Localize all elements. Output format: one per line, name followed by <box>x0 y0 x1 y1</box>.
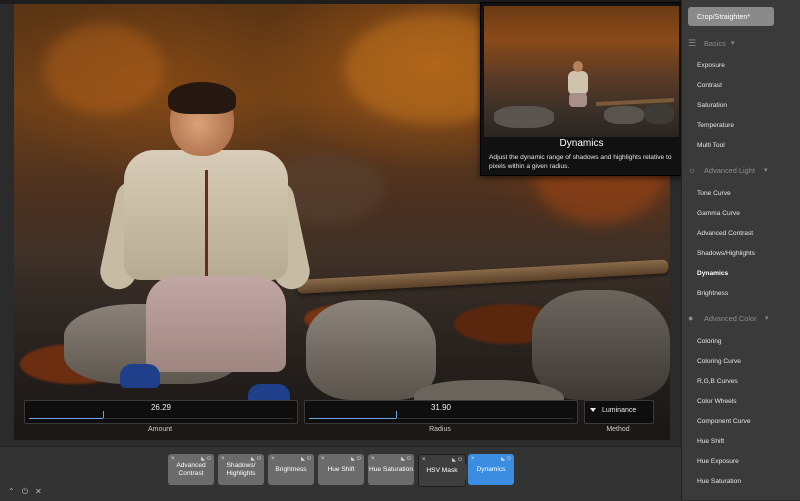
panel-item-exposure[interactable]: Exposure <box>697 62 725 69</box>
triangle-icon: ◣ <box>251 456 255 462</box>
sun-icon: ☼ <box>688 165 697 175</box>
tool-label: Shadows/ Highlights <box>226 461 256 477</box>
tool-strip: × ◣ ⏻ Advanced Contrast × ◣ ⏻ Shadows/ Highl… <box>0 446 681 501</box>
close-icon[interactable]: × <box>171 455 175 463</box>
tooltip-description: Adjust the dynamic range of shadows and … <box>489 154 672 170</box>
method-value: Luminance <box>602 407 637 414</box>
tool-advanced-contrast[interactable]: × ◣ ⏻ Advanced Contrast <box>168 454 214 485</box>
triangle-icon: ◣ <box>351 456 355 462</box>
panel-item-tone-curve[interactable]: Tone Curve <box>697 190 731 197</box>
amount-label: Amount <box>147 426 173 433</box>
chevron-up-icon[interactable]: ⌃ <box>8 487 15 496</box>
chevron-down-icon: ▾ <box>764 167 768 174</box>
panel-item-dynamics[interactable]: Dynamics <box>697 270 728 277</box>
panel-item-advanced-contrast[interactable]: Advanced Contrast <box>697 230 753 237</box>
close-icon[interactable]: × <box>321 455 325 463</box>
panel-item-rgb-curves[interactable]: R,G,B Curves <box>697 378 738 385</box>
adjustments-panel: Crop/Straighten* ☰ Basics ▾ Exposure Con… <box>681 0 800 500</box>
droplet-icon: ● <box>688 313 694 323</box>
triangle-icon: ◣ <box>401 456 405 462</box>
close-icon[interactable]: ✕ <box>35 487 42 496</box>
section-advanced-light[interactable]: ☼ Advanced Light ▾ <box>688 164 788 178</box>
panel-item-saturation[interactable]: Saturation <box>697 102 727 109</box>
rock <box>532 290 670 400</box>
section-basics[interactable]: ☰ Basics ▾ <box>688 37 788 51</box>
amount-slider[interactable]: 26.29 <box>24 400 298 424</box>
close-icon[interactable]: × <box>422 456 426 464</box>
panel-item-coloring-curve[interactable]: Coloring Curve <box>697 358 741 365</box>
tool-hue-shift[interactable]: × ◣ ⏻ Hue Shift <box>318 454 364 485</box>
tool-hsv-mask[interactable]: × ◣ ⏻ HSV Mask <box>418 454 466 487</box>
tool-label: HSV Mask <box>426 466 458 474</box>
radius-handle[interactable] <box>396 411 398 418</box>
chevron-down-icon: ▾ <box>765 315 769 322</box>
panel-item-contrast[interactable]: Contrast <box>697 82 722 89</box>
close-icon[interactable]: × <box>471 455 475 463</box>
power-icon[interactable]: ⏻ <box>357 455 361 463</box>
triangle-icon: ◣ <box>201 456 205 462</box>
tool-dynamics[interactable]: × ◣ ⏻ Dynamics <box>468 454 514 485</box>
triangle-icon: ◣ <box>452 457 456 463</box>
panel-item-hue-saturation[interactable]: Hue Saturation <box>697 478 741 485</box>
method-dropdown[interactable]: Luminance <box>584 400 654 424</box>
tool-label: Dynamics <box>476 465 506 473</box>
tool-label: Hue Saturation <box>369 465 413 473</box>
child-figure <box>96 80 314 410</box>
strip-controls: ⌃ ⏻ ✕ <box>8 487 49 497</box>
power-icon[interactable]: ⏻ <box>22 487 28 496</box>
section-title: Advanced Color <box>704 314 757 323</box>
sliders-icon: ☰ <box>688 38 697 48</box>
tool-shadows-highlights[interactable]: × ◣ ⏻ Shadows/ Highlights <box>218 454 264 485</box>
power-icon[interactable]: ⏻ <box>507 455 511 463</box>
panel-item-color-wheels[interactable]: Color Wheels <box>697 398 737 405</box>
tool-label: Advanced Contrast <box>176 461 206 477</box>
triangle-icon: ◣ <box>301 456 305 462</box>
radius-value: 31.90 <box>430 403 452 412</box>
radius-label: Radius <box>429 426 451 433</box>
power-icon[interactable]: ⏻ <box>207 455 211 463</box>
amount-handle[interactable] <box>102 411 104 418</box>
panel-item-multi-tool[interactable]: Multi Tool <box>697 142 725 149</box>
radius-track[interactable] <box>309 411 573 419</box>
panel-item-hue-shift[interactable]: Hue Shift <box>697 438 724 445</box>
panel-item-hue-exposure[interactable]: Hue Exposure <box>697 458 739 465</box>
chevron-down-icon <box>590 408 596 412</box>
panel-item-gamma-curve[interactable]: Gamma Curve <box>697 210 740 217</box>
tool-label: Brightness <box>275 465 307 473</box>
tool-tooltip: Dynamics Adjust the dynamic range of sha… <box>480 2 683 176</box>
panel-item-shadows-highlights[interactable]: Shadows/Highlights <box>697 250 755 257</box>
panel-item-brightness[interactable]: Brightness <box>697 290 728 297</box>
tool-label: Hue Shift <box>327 465 355 473</box>
rock <box>306 300 436 400</box>
power-icon[interactable]: ⏻ <box>307 455 311 463</box>
power-icon[interactable]: ⏻ <box>257 455 261 463</box>
tooltip-preview-image <box>484 6 679 137</box>
panel-item-component-curve[interactable]: Component Curve <box>697 418 751 425</box>
tool-brightness[interactable]: × ◣ ⏻ Brightness <box>268 454 314 485</box>
triangle-icon: ◣ <box>501 456 505 462</box>
close-icon[interactable]: × <box>371 455 375 463</box>
section-advanced-color[interactable]: ● Advanced Color ▾ <box>688 312 798 326</box>
method-label: Method <box>606 426 630 433</box>
crop-straighten-button[interactable]: Crop/Straighten* <box>688 7 774 26</box>
radius-slider[interactable]: 31.90 <box>304 400 578 424</box>
amount-track[interactable] <box>29 411 293 419</box>
section-title: Basics <box>704 39 726 48</box>
close-icon[interactable]: × <box>221 455 225 463</box>
tooltip-title: Dynamics <box>559 138 604 149</box>
panel-item-coloring[interactable]: Coloring <box>697 338 722 345</box>
chevron-down-icon: ▾ <box>731 40 735 47</box>
power-icon[interactable]: ⏻ <box>407 455 411 463</box>
section-title: Advanced Light <box>704 166 755 175</box>
panel-item-temperature[interactable]: Temperature <box>697 122 734 129</box>
close-icon[interactable]: × <box>271 455 275 463</box>
power-icon[interactable]: ⏻ <box>458 456 462 464</box>
tool-hue-saturation[interactable]: × ◣ ⏻ Hue Saturation <box>368 454 414 485</box>
amount-value: 26.29 <box>150 403 172 412</box>
